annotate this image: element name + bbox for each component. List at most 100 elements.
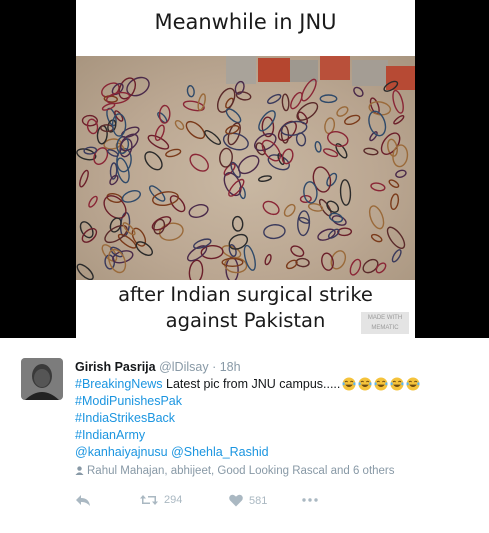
- avatar-photo: [21, 358, 63, 400]
- bangle: [314, 140, 322, 153]
- mention-kanhaiyajnusu[interactable]: @kanhaiyajnusu: [75, 445, 168, 459]
- bangle: [267, 154, 290, 171]
- meme-bottom-caption-line1: after Indian surgical strike: [118, 283, 373, 306]
- bangle: [254, 133, 277, 152]
- bangles-scene: [76, 56, 415, 280]
- reply-icon: [76, 495, 90, 506]
- bangle: [258, 175, 272, 182]
- tweet-timestamp[interactable]: 18h: [220, 360, 241, 374]
- bangle: [235, 91, 252, 101]
- like-button[interactable]: 581: [229, 494, 267, 507]
- bangle: [225, 108, 242, 124]
- bangle: [152, 191, 179, 207]
- bangle: [391, 249, 402, 263]
- bangle: [267, 93, 282, 105]
- bangle: [285, 259, 298, 270]
- heart-icon: [229, 494, 243, 507]
- bangle: [326, 200, 340, 213]
- meme-image[interactable]: Meanwhile in JNU after Indian surgical s…: [76, 0, 415, 338]
- retweet-button[interactable]: 294: [140, 494, 182, 506]
- emoji-group: [342, 377, 420, 391]
- tweet-text-line-5: @kanhaiyajnusu @Shehla_Rashid: [75, 444, 475, 461]
- header-separator: ·: [212, 360, 217, 374]
- tweet-text-line-1: #BreakingNews Latest pic from JNU campus…: [75, 376, 475, 393]
- tweet-header: Girish Pasrija @lDilsay · 18h: [75, 359, 475, 376]
- bangle: [370, 182, 386, 192]
- bangle: [390, 193, 400, 211]
- bangle: [386, 226, 406, 250]
- bangle: [79, 221, 94, 239]
- bangle: [135, 241, 153, 257]
- bangle: [101, 102, 116, 111]
- hashtag-modipunishespak[interactable]: #ModiPunishesPak: [75, 394, 182, 408]
- bangle: [104, 224, 128, 244]
- bangle: [344, 114, 361, 126]
- bangle: [392, 89, 404, 114]
- bangle: [186, 85, 195, 98]
- person-icon: [75, 466, 84, 475]
- bangle: [231, 215, 244, 232]
- bangle: [204, 130, 222, 145]
- hashtag-indiastrikesback[interactable]: #IndiaStrikesBack: [75, 411, 175, 425]
- bangle: [76, 263, 94, 280]
- reply-button[interactable]: [75, 494, 91, 507]
- tweet-content: Girish Pasrija @lDilsay · 18h #BreakingN…: [75, 359, 475, 480]
- bangle: [395, 169, 407, 179]
- bangle: [88, 195, 98, 208]
- bangle: [188, 259, 204, 280]
- bangle: [101, 82, 120, 98]
- tweet[interactable]: Girish Pasrija @lDilsay · 18h #BreakingN…: [0, 338, 489, 533]
- bangle: [368, 205, 385, 230]
- laughing-emoji-icon: [358, 377, 372, 391]
- bangle: [185, 120, 206, 140]
- hashtag-indianarmy[interactable]: #IndianArmy: [75, 428, 145, 442]
- bangle: [317, 228, 336, 241]
- tweet-media[interactable]: Meanwhile in JNU after Indian surgical s…: [0, 0, 489, 338]
- bangle: [225, 256, 239, 280]
- retweet-count: 294: [164, 494, 183, 506]
- mematic-watermark: MADE WITH MEMATIC: [361, 312, 409, 334]
- bangle: [321, 252, 334, 271]
- bangle: [298, 216, 310, 224]
- bangle: [281, 93, 290, 112]
- bangle: [388, 179, 400, 189]
- bangle: [158, 104, 171, 124]
- bangle: [327, 131, 349, 147]
- laughing-emoji-icon: [374, 377, 388, 391]
- bangle: [336, 106, 349, 117]
- watermark-line1: MADE WITH: [367, 315, 403, 321]
- bangle: [283, 203, 296, 217]
- avatar[interactable]: [21, 358, 63, 400]
- mention-shehla-rashid[interactable]: @Shehla_Rashid: [171, 445, 268, 459]
- author-handle[interactable]: @lDilsay: [159, 360, 209, 374]
- bangle: [349, 258, 362, 276]
- bangle: [106, 193, 123, 203]
- bangle: [197, 93, 206, 111]
- laughing-emoji-icon: [342, 377, 356, 391]
- bangle: [295, 257, 310, 268]
- bangle: [148, 185, 166, 202]
- laughing-emoji-icon: [390, 377, 404, 391]
- bangle: [380, 132, 401, 156]
- bangle: [353, 86, 364, 98]
- tweet-text-line-3: #IndiaStrikesBack: [75, 410, 475, 427]
- bangle: [262, 200, 280, 216]
- more-button[interactable]: [302, 498, 318, 502]
- bangle: [188, 203, 209, 219]
- bangle: [312, 166, 332, 193]
- bangle: [281, 148, 294, 165]
- bangle: [154, 124, 165, 142]
- like-count: 581: [249, 494, 268, 507]
- author-name[interactable]: Girish Pasrija: [75, 360, 156, 374]
- bangle: [337, 227, 353, 237]
- watermark-line2: MEMATIC: [371, 325, 399, 331]
- tweet-text-line-4: #IndianArmy: [75, 427, 475, 444]
- laughing-emoji-icon: [406, 377, 420, 391]
- bangle: [79, 169, 89, 188]
- bangle: [228, 233, 249, 250]
- bangle: [319, 94, 338, 104]
- liked-by-context[interactable]: Rahul Mahajan, abhijeet, Good Looking Ra…: [75, 463, 475, 480]
- hashtag-breakingnews[interactable]: #BreakingNews: [75, 377, 163, 391]
- retweet-icon: [140, 495, 158, 505]
- meme-photo-ground: [76, 56, 415, 280]
